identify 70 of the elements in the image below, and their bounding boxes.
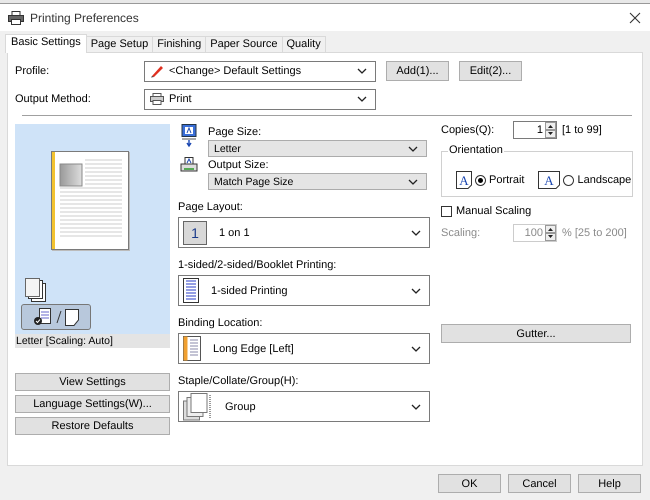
field-label: 1-sided/2-sided/Booklet Printing: — [178, 258, 338, 272]
chevron-down-icon — [411, 288, 421, 294]
setting-dropdown[interactable]: Group — [178, 391, 430, 422]
settings-button[interactable]: Restore Defaults — [15, 417, 170, 435]
dialog-button[interactable]: Cancel — [508, 474, 571, 493]
group-title: Orientation — [448, 144, 504, 156]
printer-icon — [8, 10, 24, 24]
tab[interactable]: Paper Source — [205, 36, 282, 52]
tab[interactable]: Basic Settings — [5, 34, 87, 53]
window-title: Printing Preferences — [30, 10, 140, 24]
profile-button[interactable]: Add(1)... — [386, 61, 449, 81]
chevron-down-icon — [411, 230, 421, 236]
dialog-button[interactable]: OK — [438, 474, 501, 493]
output-method-dropdown[interactable]: Print — [144, 88, 376, 110]
settings-button[interactable]: View Settings — [15, 373, 170, 391]
radio-label: Landscape — [577, 174, 632, 186]
checkbox-label: Manual Scaling — [456, 205, 532, 217]
field-label: Page Size: — [208, 125, 262, 140]
field-label: Staple/Collate/Group(H): — [178, 374, 300, 388]
printer-icon — [180, 157, 198, 173]
printer-icon — [150, 93, 164, 105]
output-method-label: Output Method: — [15, 93, 92, 105]
radio-label: Portrait — [489, 174, 524, 186]
scaling-range: % [25 to 200] — [562, 227, 627, 239]
profile-dropdown[interactable]: <Change> Default Settings — [144, 60, 376, 82]
page-size-icon — [180, 124, 198, 148]
one-page-icon: 1 — [183, 220, 207, 244]
setting-dropdown[interactable]: Long Edge [Left] — [178, 333, 430, 364]
dialog-button[interactable]: Help — [578, 474, 641, 493]
field-label: Output Size: — [208, 158, 270, 173]
preview-toggle-button[interactable] — [21, 304, 91, 330]
tab[interactable]: Finishing — [152, 36, 206, 52]
chevron-down-icon — [408, 146, 418, 152]
field-label: Binding Location: — [178, 316, 264, 330]
chevron-down-icon — [411, 346, 421, 352]
chevron-down-icon — [408, 178, 418, 184]
tab[interactable]: Page Setup — [86, 36, 154, 52]
preview-caption: Letter [Scaling: Auto] — [15, 334, 170, 348]
chevron-down-icon — [357, 96, 367, 102]
profile-label: Profile: — [15, 65, 50, 77]
copies-label: Copies(Q): — [441, 124, 496, 136]
slash-icon — [56, 310, 62, 324]
bound-document-icon — [183, 336, 201, 361]
document-icon — [65, 308, 79, 326]
radio-button[interactable] — [563, 174, 574, 186]
setting-dropdown[interactable]: 1 1 on 1 — [178, 217, 430, 248]
settings-button[interactable]: Language Settings(W)... — [15, 395, 170, 413]
size-dropdown[interactable]: Match Page Size — [208, 173, 427, 190]
profile-button[interactable]: Edit(2)... — [459, 61, 522, 81]
scaling-label: Scaling: — [441, 227, 482, 239]
close-icon[interactable] — [628, 10, 642, 24]
portrait-page-icon: A — [456, 171, 472, 189]
document-lines-icon — [183, 278, 199, 303]
field-label: Page Layout: — [178, 200, 244, 214]
chevron-down-icon — [357, 68, 367, 74]
copies-field[interactable]: 1 — [513, 121, 557, 139]
gutter-button[interactable]: Gutter... — [441, 324, 631, 343]
size-dropdown[interactable]: Letter — [208, 140, 427, 157]
chevron-down-icon — [411, 404, 421, 410]
tab[interactable]: Quality — [282, 36, 326, 52]
pencil-icon — [150, 64, 164, 78]
copies-stack-icon — [25, 278, 47, 302]
spinner-arrows-icon[interactable] — [545, 122, 556, 138]
setting-dropdown[interactable]: 1-sided Printing — [178, 275, 430, 306]
copies-range: [1 to 99] — [562, 124, 602, 136]
checkbox[interactable] — [441, 206, 452, 216]
radio-button[interactable] — [475, 174, 486, 186]
landscape-page-icon: A — [538, 171, 560, 189]
document-check-icon — [33, 308, 53, 326]
stacked-pages-icon — [183, 392, 213, 420]
